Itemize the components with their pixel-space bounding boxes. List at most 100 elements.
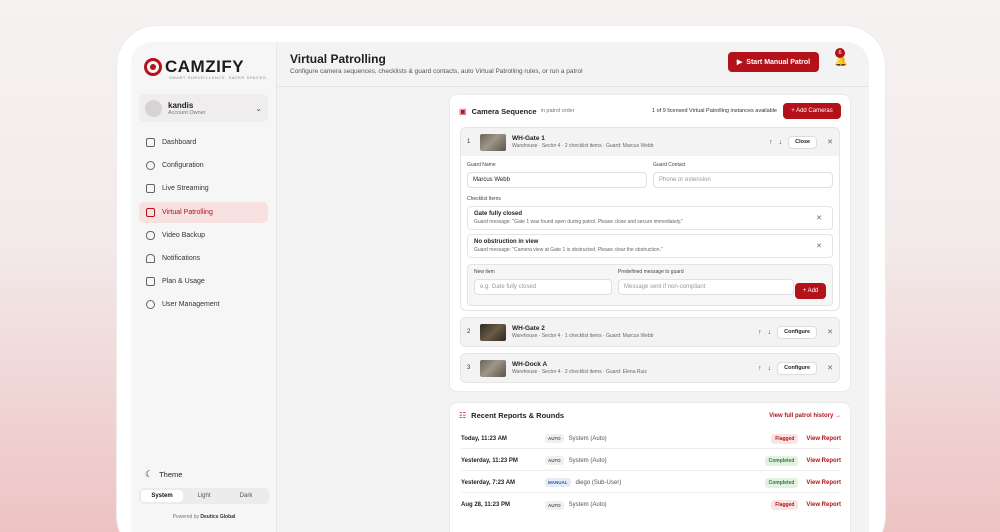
notification-badge: 6 — [835, 48, 845, 58]
report-time: Today, 11:23 AM — [461, 435, 507, 442]
camera-thumbnail — [480, 133, 506, 151]
user-name: kandis — [168, 100, 194, 110]
camera-row-header: 1 WH-Gate 1 Warehouse · Sector 4 · 2 che… — [461, 128, 839, 156]
guard-fields: Guard Name Marcus Webb Guard Contact Pho… — [467, 162, 833, 188]
remove-camera-icon[interactable]: ✕ — [827, 364, 833, 372]
powered-by: Powered by Deutics Global — [139, 514, 269, 520]
camera-icon — [146, 184, 155, 194]
report-source: diego (Sub-User) — [575, 479, 622, 486]
remove-camera-icon[interactable]: ✕ — [827, 328, 833, 336]
theme-section: ☾ Theme System Light Dark Powered by Deu… — [139, 469, 269, 520]
sidebar-item-configuration[interactable]: Configuration — [139, 155, 268, 176]
camera-row-actions: ↑ ↓ Configure ✕ — [758, 325, 833, 339]
recent-reports-card: ☷ Recent Reports & Rounds View full patr… — [449, 402, 851, 532]
theme-option-light[interactable]: Light — [183, 490, 225, 502]
sidebar-item-notifications[interactable]: Notifications — [139, 248, 268, 269]
remove-item-icon[interactable]: ✕ — [816, 214, 822, 222]
checklist-item-title: No obstruction in view — [474, 239, 539, 245]
add-cameras-button[interactable]: + Add Cameras — [783, 103, 841, 119]
move-up-icon[interactable]: ↑ — [758, 329, 762, 336]
report-row: Yesterday, 11:23 PM AUTO System (Auto) C… — [461, 451, 841, 471]
guard-name-input[interactable]: Marcus Webb — [467, 172, 647, 188]
sidebar-item-label: Plan & Usage — [162, 278, 205, 286]
checklist-item-title: Gate fully closed — [474, 211, 523, 217]
configure-camera-button[interactable]: Configure — [777, 325, 818, 339]
remove-item-icon[interactable]: ✕ — [816, 242, 822, 250]
sidebar-item-label: Live Streaming — [162, 185, 209, 193]
notifications-button[interactable]: 🔔 6 — [834, 48, 848, 70]
report-source: System (Auto) — [568, 457, 607, 464]
sidebar-item-virtual-patrolling[interactable]: Virtual Patrolling — [139, 201, 268, 223]
report-type-badge: MANUAL — [545, 478, 571, 487]
checklist-item: Gate fully closed Guard message: "Gate 1… — [467, 206, 833, 230]
sidebar-item-label: Dashboard — [162, 139, 197, 146]
sidebar-item-user-management[interactable]: User Management — [139, 294, 268, 315]
view-full-history-link[interactable]: View full patrol history → — [769, 413, 841, 419]
view-report-link[interactable]: View Report — [806, 436, 841, 442]
report-type-badge: AUTO — [545, 434, 564, 443]
start-manual-patrol-button[interactable]: ▶ Start Manual Patrol — [728, 52, 819, 72]
report-source: System (Auto) — [568, 502, 607, 508]
sidebar-item-label: User Management — [162, 301, 220, 309]
sidebar-item-label: Configuration — [162, 162, 204, 170]
theme-option-dark[interactable]: Dark — [225, 490, 267, 502]
grid-icon — [146, 138, 155, 147]
report-source: System (Auto) — [568, 435, 607, 442]
license-text: 1 of 9 licensed Virtual Patrolling insta… — [652, 108, 777, 114]
sidebar-item-label: Notifications — [162, 254, 201, 262]
theme-option-system[interactable]: System — [141, 490, 183, 502]
move-down-icon[interactable]: ↓ — [768, 329, 772, 336]
camera-meta: Warehouse · Sector 4 · 1 checklist items… — [512, 333, 654, 339]
reports-header: ☷ Recent Reports & Rounds View full patr… — [459, 411, 841, 420]
guard-name-label: Guard Name — [467, 162, 496, 168]
camera-row-header: 2 WH-Gate 2 Warehouse · Sector 4 · 1 che… — [461, 318, 839, 346]
add-item-button[interactable]: + Add — [795, 283, 826, 299]
close-camera-config-button[interactable]: Close — [788, 135, 818, 149]
checklist-item-message: Guard message: "Camera view at Gate 1 is… — [474, 247, 663, 253]
camera-meta: Warehouse · Sector 4 · 2 checklist items… — [512, 369, 647, 375]
cloud-icon — [146, 230, 155, 240]
camera-row: 2 WH-Gate 2 Warehouse · Sector 4 · 1 che… — [460, 317, 840, 347]
sidebar-item-dashboard[interactable]: Dashboard — [139, 132, 268, 153]
account-switcher[interactable]: kandis Account Owner ⌄ — [139, 94, 268, 122]
user-role: Account Owner — [168, 109, 206, 116]
status-badge: Flagged — [771, 433, 799, 444]
sidebar-item-plan-usage[interactable]: Plan & Usage — [139, 271, 268, 292]
avatar — [145, 99, 162, 117]
gear-icon — [146, 161, 155, 171]
sidebar-item-live-streaming[interactable]: Live Streaming — [139, 178, 268, 199]
theme-label: ☾ Theme — [145, 469, 269, 480]
theme-switcher: System Light Dark — [139, 488, 269, 504]
sidebar-item-video-backup[interactable]: Video Backup — [139, 225, 268, 246]
camera-index: 2 — [467, 329, 471, 335]
logo-tagline: SMART SURVEILLANCE. SAFER SPACES. — [169, 75, 268, 80]
view-report-link[interactable]: View Report — [806, 502, 841, 508]
reports-title: Recent Reports & Rounds — [471, 411, 565, 420]
new-item-label: New item — [474, 269, 495, 275]
configure-camera-button[interactable]: Configure — [777, 361, 818, 375]
header-divider — [277, 86, 869, 87]
new-item-input[interactable]: e.g. Gate fully closed — [474, 279, 612, 295]
predefined-message-input[interactable]: Message sent if non-compliant — [618, 279, 794, 295]
bell-icon — [146, 253, 155, 263]
move-down-icon[interactable]: ↓ — [779, 139, 783, 146]
sidebar-nav: Dashboard Configuration Live Streaming V… — [139, 132, 268, 315]
move-down-icon[interactable]: ↓ — [768, 365, 772, 372]
report-row: Yesterday, 7:23 AM MANUAL diego (Sub-Use… — [461, 473, 841, 493]
move-up-icon[interactable]: ↑ — [758, 365, 762, 372]
status-badge: Completed — [764, 455, 799, 466]
powered-prefix: Powered by — [172, 514, 199, 520]
video-camera-icon: ▣ — [459, 106, 467, 116]
guard-contact-input[interactable]: Phone or extension — [653, 172, 833, 188]
status-badge: Flagged — [771, 500, 799, 510]
camera-meta: Warehouse · Sector 4 · 2 checklist items… — [512, 143, 654, 149]
guard-contact-label: Guard Contact — [653, 162, 686, 168]
view-report-link[interactable]: View Report — [806, 480, 841, 486]
remove-camera-icon[interactable]: ✕ — [827, 138, 833, 146]
camera-row-actions: ↑ ↓ Close ✕ — [769, 135, 833, 149]
view-report-link[interactable]: View Report — [806, 458, 841, 464]
checklist-item-message: Guard message: "Gate 1 was found open du… — [474, 219, 684, 225]
app-screen: CAMZIFY SMART SURVEILLANCE. SAFER SPACES… — [131, 42, 869, 532]
move-up-icon[interactable]: ↑ — [769, 139, 773, 146]
sidebar: CAMZIFY SMART SURVEILLANCE. SAFER SPACES… — [131, 42, 277, 532]
